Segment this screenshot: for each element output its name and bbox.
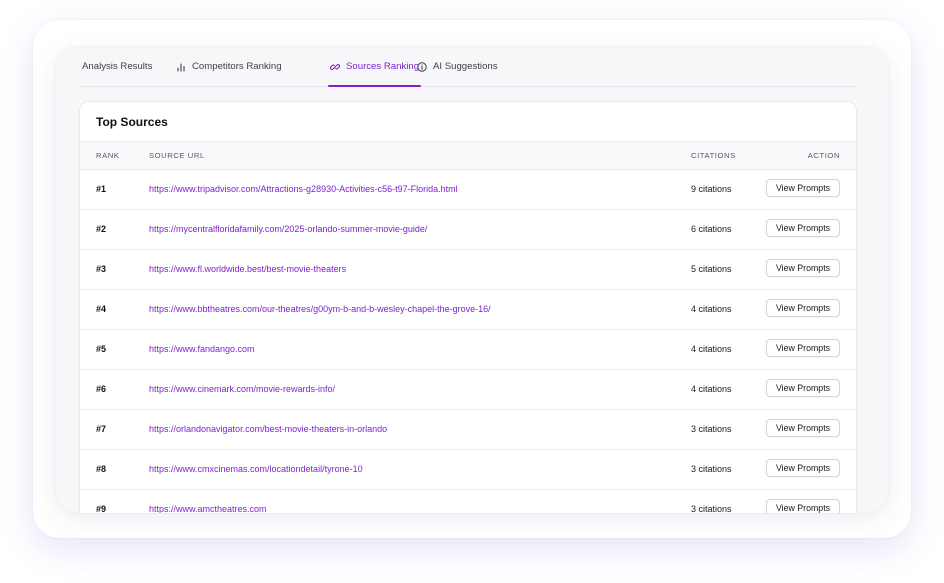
table-row: #8 https://www.cmxcinemas.com/locationde…	[80, 449, 856, 490]
table-row: #5 https://www.fandango.com 4 citations …	[80, 329, 856, 370]
card-title: Top Sources	[96, 115, 168, 129]
source-url-link[interactable]: https://www.cinemark.com/movie-rewards-i…	[149, 369, 335, 409]
table-row: #1 https://www.tripadvisor.com/Attractio…	[80, 169, 856, 210]
rank-cell: #8	[96, 464, 107, 474]
tab-analysis-results[interactable]: Analysis Results	[82, 47, 152, 86]
citations-cell: 4 citations	[691, 304, 732, 314]
view-prompts-button[interactable]: View Prompts	[766, 219, 840, 237]
citations-cell: 4 citations	[691, 384, 732, 394]
citations-cell: 5 citations	[691, 264, 732, 274]
source-url-link[interactable]: https://www.bbtheatres.com/our-theatres/…	[149, 289, 491, 329]
tab-sources-ranking[interactable]: Sources Ranking	[327, 47, 422, 87]
column-header-action: ACTION	[807, 151, 840, 160]
table-row: #3 https://www.fl.worldwide.best/best-mo…	[80, 249, 856, 290]
source-url-link[interactable]: https://www.cmxcinemas.com/locationdetai…	[149, 449, 363, 489]
rank-cell: #6	[96, 384, 107, 394]
table-row: #6 https://www.cinemark.com/movie-reward…	[80, 369, 856, 410]
column-header-rank: RANK	[96, 151, 120, 160]
table-row: #7 https://orlandonavigator.com/best-mov…	[80, 409, 856, 450]
tab-label: Analysis Results	[82, 61, 153, 72]
tab-label: Competitors Ranking	[192, 61, 282, 72]
tab-label: AI Suggestions	[433, 61, 498, 72]
citations-cell: 6 citations	[691, 224, 732, 234]
citations-cell: 9 citations	[691, 184, 732, 194]
view-prompts-button[interactable]: View Prompts	[766, 299, 840, 317]
bar-chart-icon	[176, 62, 186, 72]
citations-cell: 3 citations	[691, 504, 732, 513]
view-prompts-button[interactable]: View Prompts	[766, 499, 840, 513]
tab-label: Sources Ranking	[346, 61, 420, 72]
top-sources-card: Top Sources RANK SOURCE URL CITATIONS AC…	[80, 102, 856, 513]
table-row: #4 https://www.bbtheatres.com/our-theatr…	[80, 289, 856, 330]
rank-cell: #4	[96, 304, 107, 314]
table-row: #9 https://www.amctheatres.com 3 citatio…	[80, 489, 856, 513]
rank-cell: #9	[96, 504, 107, 513]
app-panel: Analysis Results Competitors Ranking Sou…	[55, 47, 889, 513]
table-row: #2 https://mycentralfloridafamily.com/20…	[80, 209, 856, 250]
citations-cell: 3 citations	[691, 464, 732, 474]
view-prompts-button[interactable]: View Prompts	[766, 419, 840, 437]
rank-cell: #5	[96, 344, 107, 354]
citations-cell: 3 citations	[691, 424, 732, 434]
table-header: RANK SOURCE URL CITATIONS ACTION	[80, 141, 856, 170]
rank-cell: #7	[96, 424, 107, 434]
source-url-link[interactable]: https://orlandonavigator.com/best-movie-…	[149, 409, 387, 449]
view-prompts-button[interactable]: View Prompts	[766, 259, 840, 277]
tab-competitors-ranking[interactable]: Competitors Ranking	[176, 47, 282, 86]
tab-ai-suggestions[interactable]: AI Suggestions	[417, 47, 498, 86]
rank-cell: #3	[96, 264, 107, 274]
source-url-link[interactable]: https://www.fl.worldwide.best/best-movie…	[149, 249, 346, 289]
source-url-link[interactable]: https://mycentralfloridafamily.com/2025-…	[149, 209, 427, 249]
source-url-link[interactable]: https://www.tripadvisor.com/Attractions-…	[149, 169, 458, 209]
source-url-link[interactable]: https://www.amctheatres.com	[149, 489, 267, 513]
tab-bar: Analysis Results Competitors Ranking Sou…	[81, 47, 856, 87]
citations-cell: 4 citations	[691, 344, 732, 354]
rank-cell: #2	[96, 224, 107, 234]
column-header-source-url: SOURCE URL	[149, 151, 205, 160]
info-circle-icon	[417, 61, 427, 72]
link-icon	[330, 62, 340, 72]
view-prompts-button[interactable]: View Prompts	[766, 459, 840, 477]
rank-cell: #1	[96, 184, 107, 194]
source-url-link[interactable]: https://www.fandango.com	[149, 329, 255, 369]
view-prompts-button[interactable]: View Prompts	[766, 179, 840, 197]
view-prompts-button[interactable]: View Prompts	[766, 379, 840, 397]
view-prompts-button[interactable]: View Prompts	[766, 339, 840, 357]
column-header-citations: CITATIONS	[691, 151, 736, 160]
